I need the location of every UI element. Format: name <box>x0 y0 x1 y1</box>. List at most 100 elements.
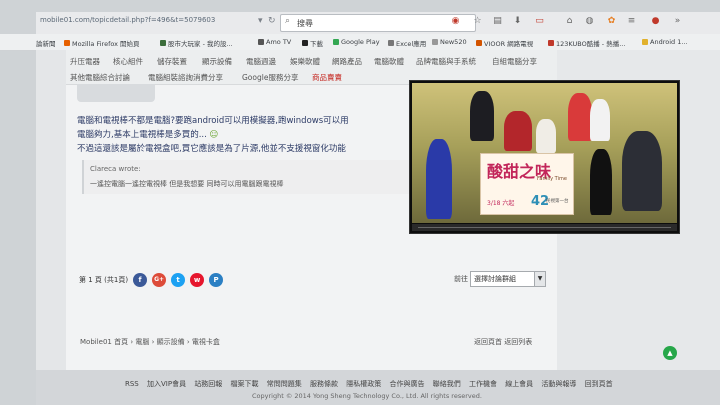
person-figure <box>470 91 494 141</box>
footer-link[interactable]: 回到頁首 <box>585 380 613 388</box>
pagination: 第 1 頁 (共1頁) f G+ t w P <box>79 273 224 287</box>
bookmark-icon <box>548 40 554 46</box>
bookmark-icon <box>160 40 166 46</box>
bookmark-item[interactable]: VIOOR 網路電視 <box>476 38 533 48</box>
person-figure <box>590 99 610 141</box>
nav-item[interactable]: 核心組件 <box>113 56 143 67</box>
nav-item[interactable]: 升压電器 <box>70 56 100 67</box>
video-progress-bar[interactable] <box>418 227 671 228</box>
quote-author: Clareca wrote: <box>90 165 141 173</box>
breadcrumb[interactable]: Mobile01 首頁 › 電腦 › 顯示設備 › 電視卡盒 <box>80 337 220 347</box>
post-line: 電腦和電視棒不都是電腦?要跑android可以用模擬器,跑windows可以用 <box>77 116 349 126</box>
bookmark-label: Mozilla Firefox 開始頁 <box>72 40 140 48</box>
bookmark-item[interactable]: Excel應用 <box>388 38 426 48</box>
nav-item[interactable]: 網路產品 <box>332 56 362 67</box>
chat-icon[interactable]: ◍ <box>584 16 595 27</box>
search-placeholder: 搜尋 <box>297 19 313 28</box>
nav-item[interactable]: 儲存裝置 <box>157 56 187 67</box>
url-text[interactable]: mobile01.com/topicdetail.php?f=496&t=507… <box>40 16 260 24</box>
weibo-icon[interactable]: w <box>190 273 205 287</box>
bookmark-label: Amo TV <box>266 38 292 46</box>
show-poster: 酸甜之味 Family Time 3/18 六起 42 民視第一台 <box>480 153 574 215</box>
bookmark-item[interactable]: 股市大玩家 - 我的設... <box>160 38 233 48</box>
video-frame: 酸甜之味 Family Time 3/18 六起 42 民視第一台 <box>412 83 677 223</box>
nav-item[interactable]: Google服務分享 <box>242 72 298 83</box>
footer-link[interactable]: 合作與廣告 <box>389 380 424 388</box>
flower-icon[interactable]: ✿ <box>606 16 617 27</box>
nav-item[interactable]: 電腦組裝諮詢消費分享 <box>148 72 223 83</box>
plurk-icon[interactable]: P <box>209 273 224 287</box>
footer-link[interactable]: 站務回報 <box>194 380 222 388</box>
addon-icon[interactable]: ◉ <box>450 16 461 27</box>
star-icon[interactable]: ☆ <box>472 16 483 27</box>
video-controls[interactable] <box>412 224 677 231</box>
footer-link[interactable]: 聯絡我們 <box>433 380 461 388</box>
post-body: 電腦和電視棒不都是電腦?要跑android可以用模擬器,跑windows可以用 … <box>77 114 349 156</box>
footer-link[interactable]: 隱私權政策 <box>346 380 381 388</box>
chevron-down-icon: ▼ <box>534 272 545 286</box>
tv-icon <box>476 40 482 46</box>
bookmark-icon <box>642 39 648 45</box>
tv-icon <box>258 39 264 45</box>
bookmark-item[interactable]: Google Play <box>333 38 380 46</box>
nav-item-hot[interactable]: 商品賣賣 <box>312 72 342 83</box>
menu-icon[interactable]: ≡ <box>626 16 637 27</box>
bookmark-label: 股市大玩家 - 我的設... <box>168 40 233 48</box>
footer-link[interactable]: 工作機會 <box>469 380 497 388</box>
bookmark-item[interactable]: 123KUBO酷播 - 熱播... <box>548 38 625 48</box>
post-line: 不過這還該是屬於電視盒吧,買它應該是為了片源,他並不支援視窗化功能 <box>77 144 346 154</box>
abp-icon[interactable]: ▭ <box>534 16 545 27</box>
person-figure <box>568 93 592 141</box>
bookmark-item[interactable]: New520 <box>432 38 467 46</box>
addon2-icon[interactable]: ● <box>650 16 661 27</box>
bookmark-item[interactable]: Mozilla Firefox 開始頁 <box>64 38 140 48</box>
footer-link[interactable]: 檔案下載 <box>231 380 259 388</box>
post-line: 電腦夠力,基本上電視棒是多買的... ☺ <box>77 128 349 142</box>
bookmark-label: Android 1... <box>650 38 688 46</box>
footer-link[interactable]: RSS <box>125 380 139 388</box>
search-box[interactable]: ⌕ 搜尋 <box>280 14 476 32</box>
firefox-icon <box>64 40 70 46</box>
footer-links: RSS 加入VIP會員 站務回報 檔案下載 常問問題集 服務條款 隱私權政策 合… <box>125 379 619 389</box>
library-icon[interactable]: ▤ <box>492 16 503 27</box>
smiley-icon: ☺ <box>209 130 219 140</box>
bookmark-label: New520 <box>440 38 467 46</box>
nav-item[interactable]: 電腦週邊 <box>246 56 276 67</box>
quote-text: 一遙控電腦一遙控電視棒 但是我想要 同時可以用電腦跟電視棒 <box>90 180 284 188</box>
bookmark-item[interactable]: 下載 <box>302 38 323 48</box>
nav-item[interactable]: 電腦軟體 <box>374 56 404 67</box>
bookmark-item[interactable]: Amo TV <box>258 38 291 46</box>
nav-item[interactable]: 其他電腦綜合討論 <box>70 72 130 83</box>
reload-icon[interactable]: ↻ <box>268 16 276 26</box>
person-figure <box>426 139 452 219</box>
bookmark-item[interactable]: Android 1... <box>642 38 688 46</box>
copyright: Copyright © 2014 Yong Sheng Technology C… <box>252 392 482 400</box>
nav-item[interactable]: 娛樂軟體 <box>290 56 320 67</box>
page-label: 第 1 頁 (共1頁) <box>79 276 129 284</box>
home-icon[interactable]: ⌂ <box>564 16 575 27</box>
twitter-icon[interactable]: t <box>171 273 186 287</box>
download-icon[interactable]: ⬇ <box>512 16 523 27</box>
facebook-icon[interactable]: f <box>133 273 148 287</box>
group-select[interactable]: 選擇討論群組 ▼ <box>470 271 546 287</box>
show-subtitle: Family Time <box>537 176 567 182</box>
nav-item[interactable]: 品牌電腦與手系統 <box>416 56 476 67</box>
page-margin-left <box>36 50 66 380</box>
footer-link[interactable]: 加入VIP會員 <box>147 380 186 388</box>
url-bar[interactable]: mobile01.com/topicdetail.php?f=496&t=507… <box>36 12 720 35</box>
person-figure <box>536 119 556 153</box>
footer-link[interactable]: 活動與報導 <box>541 380 576 388</box>
video-player[interactable]: 酸甜之味 Family Time 3/18 六起 42 民視第一台 <box>409 80 680 234</box>
dropdown-icon[interactable]: ▾ <box>258 16 263 26</box>
more-icon[interactable]: » <box>672 16 683 27</box>
nav-item[interactable]: 自組電腦分享 <box>492 56 537 67</box>
footer-link[interactable]: 線上會員 <box>505 380 533 388</box>
bookmark-item[interactable]: 論新聞 <box>36 38 56 48</box>
footer-link[interactable]: 服務條款 <box>310 380 338 388</box>
group-select-value: 選擇討論群組 <box>474 275 516 283</box>
googleplus-icon[interactable]: G+ <box>152 273 167 287</box>
footer-link[interactable]: 常問問題集 <box>267 380 302 388</box>
nav-item[interactable]: 顯示設備 <box>202 56 232 67</box>
back-links[interactable]: 返回頁首 返回列表 <box>474 337 532 347</box>
back-to-top-button[interactable]: ▲ <box>663 346 677 360</box>
